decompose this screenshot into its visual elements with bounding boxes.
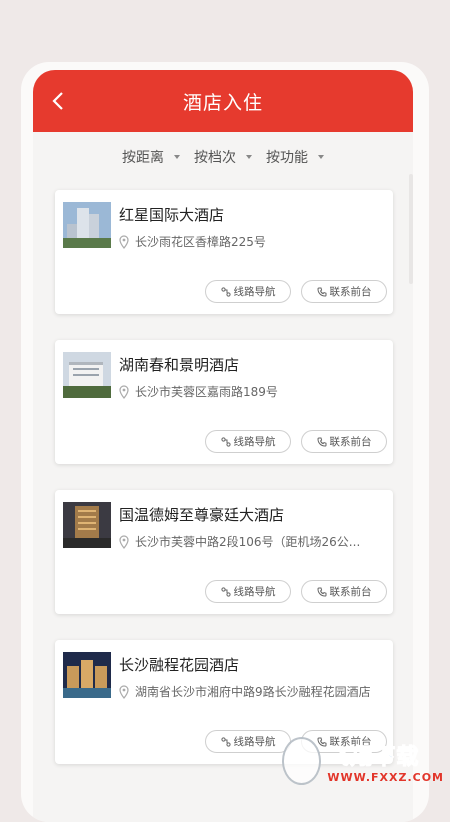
caret-down-icon bbox=[318, 155, 324, 159]
hotel-address-text: 湖南省长沙市湘府中路9路长沙融程花园酒店 bbox=[135, 685, 371, 699]
route-icon bbox=[220, 736, 231, 747]
hotel-address: 湖南省长沙市湘府中路9路长沙融程花园酒店 bbox=[119, 683, 389, 700]
watermark-logo-icon bbox=[282, 737, 322, 785]
back-button[interactable] bbox=[45, 88, 71, 114]
hotel-thumbnail bbox=[63, 502, 111, 548]
route-icon bbox=[220, 286, 231, 297]
navigate-button[interactable]: 线路导航 bbox=[205, 580, 291, 603]
hotel-thumbnail bbox=[63, 352, 111, 398]
call-label: 联系前台 bbox=[329, 586, 372, 598]
route-icon bbox=[220, 586, 231, 597]
navigate-label: 线路导航 bbox=[233, 736, 276, 748]
hotel-name: 长沙融程花园酒店 bbox=[119, 656, 240, 674]
hotel-name: 湖南春和景明酒店 bbox=[119, 356, 240, 374]
filter-label: 按档次 bbox=[194, 150, 236, 166]
call-label: 联系前台 bbox=[329, 436, 372, 448]
page-title: 酒店入住 bbox=[182, 91, 263, 114]
call-label: 联系前台 bbox=[329, 286, 372, 298]
filter-label: 按功能 bbox=[266, 150, 308, 166]
location-pin-icon bbox=[119, 534, 129, 549]
navigate-label: 线路导航 bbox=[233, 286, 276, 298]
watermark-title: 飞翔下载 bbox=[327, 744, 420, 770]
scrollbar[interactable] bbox=[409, 174, 413, 284]
navigate-button[interactable]: 线路导航 bbox=[205, 280, 291, 303]
hotel-name: 红星国际大酒店 bbox=[119, 206, 225, 224]
location-pin-icon bbox=[119, 234, 129, 249]
header-bar: 酒店入住 bbox=[33, 70, 413, 132]
filter-distance[interactable]: 按距离 bbox=[122, 147, 180, 167]
phone-frame: 酒店入住 按距离 按档次 按功能 红星国际大酒店 长沙雨花区香樟路225号 线路… bbox=[21, 62, 429, 822]
chevron-left-icon bbox=[52, 92, 63, 110]
navigate-label: 线路导航 bbox=[233, 436, 276, 448]
filter-bar: 按距离 按档次 按功能 bbox=[33, 132, 413, 182]
hotel-thumbnail bbox=[63, 202, 111, 248]
hotel-address: 长沙雨花区香樟路225号 bbox=[119, 233, 389, 250]
app-screen: 酒店入住 按距离 按档次 按功能 红星国际大酒店 长沙雨花区香樟路225号 线路… bbox=[33, 70, 413, 822]
hotel-card[interactable]: 湖南春和景明酒店 长沙市芙蓉区嘉雨路189号 线路导航 联系前台 bbox=[55, 340, 393, 464]
phone-icon bbox=[316, 587, 326, 597]
hotel-card[interactable]: 国温德姆至尊豪廷大酒店 长沙市芙蓉中路2段106号（距机场26公... 线路导航 bbox=[55, 490, 393, 614]
filter-grade[interactable]: 按档次 bbox=[194, 147, 252, 167]
call-button[interactable]: 联系前台 bbox=[301, 430, 387, 453]
hotel-address: 长沙市芙蓉中路2段106号（距机场26公... bbox=[119, 533, 389, 550]
route-icon bbox=[220, 436, 231, 447]
location-pin-icon bbox=[119, 384, 129, 399]
filter-label: 按距离 bbox=[122, 150, 164, 166]
phone-icon bbox=[316, 287, 326, 297]
hotel-address-text: 长沙雨花区香樟路225号 bbox=[135, 235, 266, 249]
navigate-button[interactable]: 线路导航 bbox=[205, 730, 291, 753]
hotel-address-text: 长沙市芙蓉中路2段106号（距机场26公... bbox=[135, 535, 361, 549]
watermark-text: 飞翔下载 WWW.FXXZ.COM bbox=[327, 739, 444, 784]
filter-function[interactable]: 按功能 bbox=[266, 147, 324, 167]
navigate-label: 线路导航 bbox=[233, 586, 276, 598]
navigate-button[interactable]: 线路导航 bbox=[205, 430, 291, 453]
call-button[interactable]: 联系前台 bbox=[301, 580, 387, 603]
watermark: 飞翔下载 WWW.FXXZ.COM bbox=[282, 728, 444, 794]
hotel-card[interactable]: 红星国际大酒店 长沙雨花区香樟路225号 线路导航 联系前台 bbox=[55, 190, 393, 314]
hotel-thumbnail bbox=[63, 652, 111, 698]
phone-icon bbox=[316, 437, 326, 447]
caret-down-icon bbox=[174, 155, 180, 159]
hotel-address-text: 长沙市芙蓉区嘉雨路189号 bbox=[135, 385, 278, 399]
location-pin-icon bbox=[119, 684, 129, 699]
hotel-name: 国温德姆至尊豪廷大酒店 bbox=[119, 506, 285, 524]
hotel-list: 红星国际大酒店 长沙雨花区香樟路225号 线路导航 联系前台 湖南春和景明酒店 … bbox=[33, 182, 413, 764]
watermark-url: WWW.FXXZ.COM bbox=[327, 770, 444, 784]
call-button[interactable]: 联系前台 bbox=[301, 280, 387, 303]
hotel-address: 长沙市芙蓉区嘉雨路189号 bbox=[119, 383, 389, 400]
caret-down-icon bbox=[246, 155, 252, 159]
